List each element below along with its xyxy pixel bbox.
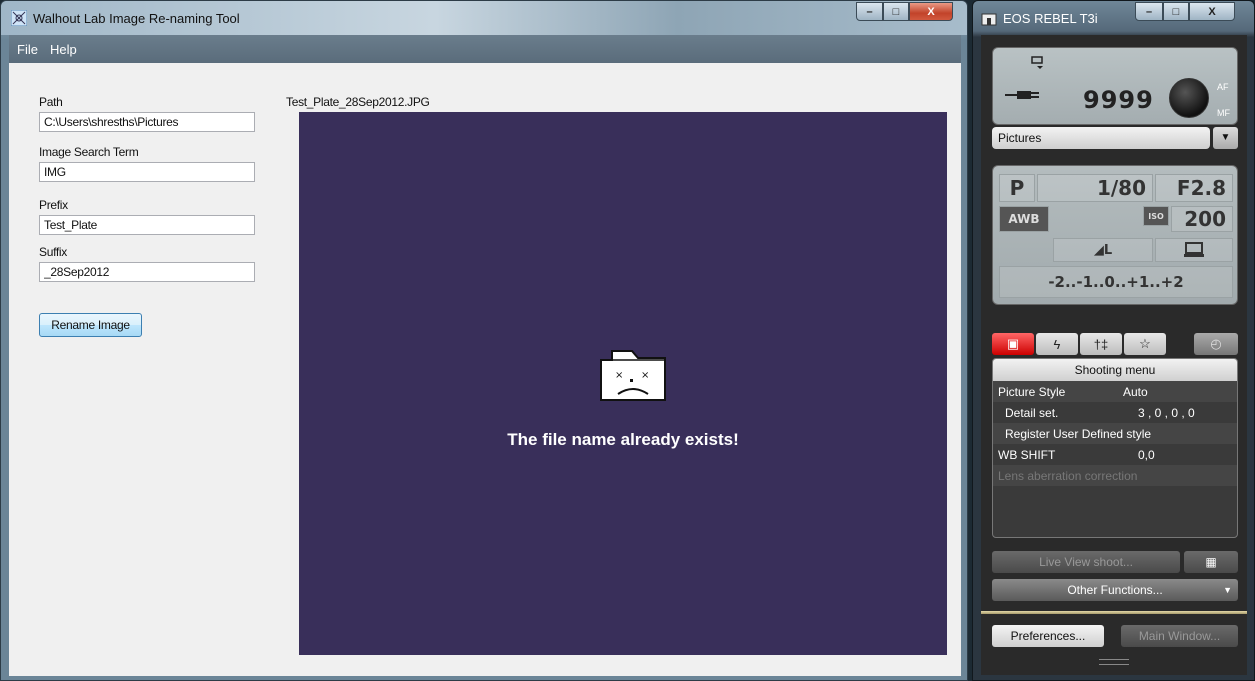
main-panel: Path Image Search Term Prefix Suffix Ren… [9, 63, 961, 676]
camera-dial[interactable] [1169, 78, 1209, 118]
shooting-mode[interactable]: P [999, 174, 1035, 202]
image-viewer: × × The file name already exists! [299, 112, 947, 655]
pc-transfer-icon[interactable] [1155, 238, 1233, 262]
eos-utility-window: EOS REBEL T3i – □ X 9999 AF MF Pictures … [972, 0, 1255, 681]
preferences-button[interactable]: Preferences... [992, 625, 1104, 647]
dropdown-arrow-icon: ▼ [1223, 585, 1232, 595]
eos-window-title: EOS REBEL T3i [1003, 11, 1098, 26]
shooting-menu-panel: Shooting menu Picture Style Auto Detail … [992, 358, 1238, 538]
tools-tab[interactable]: †‡ [1080, 333, 1122, 355]
prefix-field[interactable] [39, 215, 255, 235]
timer-tab[interactable]: ◴ [1194, 333, 1238, 355]
suffix-field[interactable] [39, 262, 255, 282]
live-view-shoot-button[interactable]: Live View shoot... [992, 551, 1180, 573]
search-term-label: Image Search Term [39, 145, 139, 159]
aperture[interactable]: F2.8 [1155, 174, 1233, 202]
power-plug-icon [1005, 91, 1039, 99]
search-term-field[interactable] [39, 162, 255, 182]
menu-help[interactable]: Help [50, 42, 77, 57]
resize-grip-icon[interactable] [1099, 659, 1129, 665]
menu-row-key: Lens aberration correction [998, 468, 1138, 483]
window-title: Walhout Lab Image Re-naming Tool [33, 11, 240, 26]
maximize-button[interactable]: □ [883, 2, 909, 21]
my-menu-tab[interactable]: ☆ [1124, 333, 1166, 355]
path-field[interactable] [39, 112, 255, 132]
rename-image-button[interactable]: Rename Image [39, 313, 142, 337]
menu-row-value: Auto [1123, 384, 1148, 399]
iso-value[interactable]: 200 [1171, 206, 1233, 232]
menu-row-value: 0,0 [1138, 447, 1155, 462]
mf-label: MF [1217, 108, 1230, 118]
svg-text:×: × [615, 370, 623, 381]
menu-row-wb-shift[interactable]: WB SHIFT 0,0 [993, 444, 1237, 465]
minimize-button[interactable]: – [856, 2, 883, 21]
exposure-compensation[interactable]: -2..-1..0..+1..+2 [999, 266, 1233, 298]
card-icon [1031, 56, 1043, 69]
title-bar[interactable]: Walhout Lab Image Re-naming Tool – □ X [1, 1, 967, 35]
folder-options-icon[interactable]: ▼ [1213, 127, 1238, 149]
app-icon [11, 10, 27, 26]
menu-row-key: Picture Style [998, 384, 1066, 399]
menu-row-empty [993, 486, 1237, 507]
menu-row-lens-aberration: Lens aberration correction [993, 465, 1237, 486]
menu-row-key: WB SHIFT [998, 447, 1056, 462]
shooting-menu-title: Shooting menu [993, 359, 1237, 381]
white-balance[interactable]: AWB [999, 206, 1049, 232]
error-message: The file name already exists! [507, 430, 739, 449]
flash-tab[interactable]: ϟ [1036, 333, 1078, 355]
eos-minimize-button[interactable]: – [1135, 2, 1163, 21]
iso-label: ISO [1143, 206, 1169, 226]
movie-icon[interactable]: ▦ [1184, 551, 1238, 573]
suffix-label: Suffix [39, 245, 67, 259]
main-window-button[interactable]: Main Window... [1121, 625, 1238, 647]
menu-bar: File Help [9, 35, 961, 63]
camera-settings-panel: P 1/80 F2.8 AWB ISO 200 ◢L -2..-1..0..+1… [992, 165, 1238, 305]
shutter-speed[interactable]: 1/80 [1037, 174, 1153, 202]
home-icon [981, 13, 997, 26]
menu-row-value: 3 , 0 , 0 , 0 [1138, 405, 1195, 420]
svg-text:×: × [641, 370, 649, 381]
renaming-tool-window: Walhout Lab Image Re-naming Tool – □ X F… [0, 0, 968, 681]
close-button[interactable]: X [909, 2, 953, 21]
divider [981, 611, 1247, 614]
shots-remaining: 9999 [1083, 86, 1154, 114]
menu-row-key: Register User Defined style [1005, 426, 1152, 441]
menu-row-picture-style[interactable]: Picture Style Auto [993, 381, 1237, 402]
camera-lcd: 9999 AF MF [992, 47, 1238, 125]
other-functions-label: Other Functions... [1067, 583, 1163, 597]
shooting-menu-tab[interactable]: ▣ [992, 333, 1034, 355]
eos-title-bar[interactable]: EOS REBEL T3i – □ X [973, 1, 1254, 35]
current-filename: Test_Plate_28Sep2012.JPG [286, 95, 430, 109]
menu-row-detail-set[interactable]: Detail set. 3 , 0 , 0 , 0 [993, 402, 1237, 423]
prefix-label: Prefix [39, 198, 68, 212]
eos-maximize-button[interactable]: □ [1163, 2, 1189, 21]
image-quality[interactable]: ◢L [1053, 238, 1153, 262]
menu-row-key: Detail set. [1005, 405, 1059, 420]
menu-file[interactable]: File [17, 42, 38, 57]
destination-folder[interactable]: Pictures [992, 127, 1210, 149]
sad-folder-icon: × × [600, 350, 666, 401]
af-label: AF [1217, 82, 1229, 92]
other-functions-button[interactable]: Other Functions... ▼ [992, 579, 1238, 601]
eos-body: 9999 AF MF Pictures ▼ P 1/80 F2.8 AWB IS… [981, 35, 1247, 675]
menu-tabs: ▣ ϟ †‡ ☆ [992, 333, 1166, 355]
path-label: Path [39, 95, 63, 109]
menu-row-register-style[interactable]: Register User Defined style [993, 423, 1237, 444]
eos-close-button[interactable]: X [1189, 2, 1235, 21]
